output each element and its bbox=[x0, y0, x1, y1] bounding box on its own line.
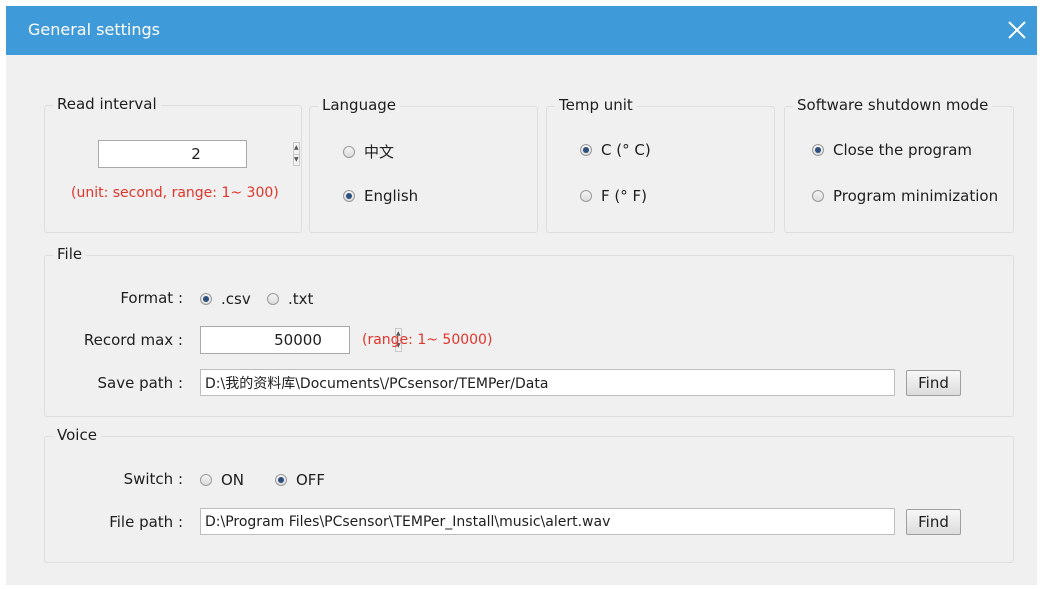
record-max-hint: (range: 1~ 50000) bbox=[362, 332, 493, 348]
file-group: File Format : .csv .txt Record max : ▲ ▼… bbox=[44, 245, 1014, 417]
language-group: Language 中文 English bbox=[309, 96, 538, 233]
file-path-find-button[interactable]: Find bbox=[906, 509, 961, 535]
switch-option-label: OFF bbox=[296, 471, 326, 489]
format-option-csv[interactable]: .csv bbox=[200, 290, 251, 308]
temp-unit-option-label: C (° C) bbox=[601, 141, 651, 159]
file-legend: File bbox=[53, 245, 87, 263]
shutdown-mode-legend: Software shutdown mode bbox=[793, 96, 993, 114]
file-path-input[interactable] bbox=[201, 509, 894, 534]
spin-up-icon[interactable]: ▲ bbox=[294, 143, 299, 154]
save-path-input[interactable] bbox=[201, 370, 894, 395]
file-path-label: File path : bbox=[109, 513, 183, 531]
temp-unit-option-c[interactable]: C (° C) bbox=[580, 141, 651, 159]
radio-unchecked-icon[interactable] bbox=[267, 293, 279, 305]
window-title: General settings bbox=[28, 20, 160, 39]
voice-legend: Voice bbox=[53, 426, 101, 444]
read-interval-stepper[interactable]: ▲ ▼ bbox=[98, 140, 300, 168]
record-max-stepper[interactable]: ▲ ▼ bbox=[200, 326, 402, 354]
format-option-txt[interactable]: .txt bbox=[267, 290, 313, 308]
format-label: Format : bbox=[120, 289, 183, 307]
save-path-label: Save path : bbox=[97, 374, 183, 392]
radio-checked-icon[interactable] bbox=[200, 293, 212, 305]
shutdown-mode-group: Software shutdown mode Close the program… bbox=[784, 96, 1014, 233]
read-interval-hint: (unit: second, range: 1~ 300) bbox=[71, 185, 279, 201]
language-option-label: English bbox=[364, 187, 419, 205]
language-option-chinese[interactable]: 中文 bbox=[343, 141, 394, 162]
temp-unit-option-label: F (° F) bbox=[601, 187, 647, 205]
radio-checked-icon[interactable] bbox=[343, 190, 355, 202]
radio-unchecked-icon[interactable] bbox=[200, 474, 212, 486]
shutdown-option-minimize[interactable]: Program minimization bbox=[812, 187, 998, 205]
record-max-label: Record max : bbox=[83, 331, 183, 349]
shutdown-option-label: Close the program bbox=[833, 141, 973, 159]
read-interval-group: Read interval ▲ ▼ (unit: second, range: … bbox=[44, 95, 302, 233]
radio-checked-icon[interactable] bbox=[275, 474, 287, 486]
shutdown-option-label: Program minimization bbox=[833, 187, 999, 205]
temp-unit-group: Temp unit C (° C) F (° F) bbox=[546, 96, 775, 233]
format-option-label: .txt bbox=[288, 290, 314, 308]
switch-label: Switch : bbox=[123, 470, 183, 488]
radio-checked-icon[interactable] bbox=[580, 144, 592, 156]
radio-unchecked-icon[interactable] bbox=[343, 145, 355, 158]
settings-window: General settings Read interval ▲ ▼ (unit… bbox=[6, 6, 1037, 585]
temp-unit-legend: Temp unit bbox=[555, 96, 637, 114]
switch-option-off[interactable]: OFF bbox=[275, 471, 325, 489]
read-interval-legend: Read interval bbox=[53, 95, 161, 113]
language-option-english[interactable]: English bbox=[343, 187, 418, 205]
file-path-field[interactable] bbox=[200, 508, 895, 535]
format-option-label: .csv bbox=[221, 290, 251, 308]
switch-option-on[interactable]: ON bbox=[200, 471, 244, 489]
shutdown-option-close[interactable]: Close the program bbox=[812, 141, 972, 159]
switch-option-label: ON bbox=[221, 471, 245, 489]
read-interval-input[interactable] bbox=[99, 142, 293, 166]
radio-unchecked-icon[interactable] bbox=[812, 190, 824, 202]
save-path-field[interactable] bbox=[200, 369, 895, 396]
radio-checked-icon[interactable] bbox=[812, 144, 824, 156]
voice-group: Voice Switch : ON OFF File path : Find bbox=[44, 426, 1014, 563]
close-icon[interactable] bbox=[1003, 16, 1031, 44]
language-legend: Language bbox=[318, 96, 401, 114]
save-path-find-button[interactable]: Find bbox=[906, 370, 961, 396]
temp-unit-option-f[interactable]: F (° F) bbox=[580, 187, 647, 205]
title-bar[interactable]: General settings bbox=[6, 6, 1037, 55]
radio-unchecked-icon[interactable] bbox=[580, 190, 592, 202]
language-option-label: 中文 bbox=[364, 143, 395, 161]
spin-down-icon[interactable]: ▼ bbox=[294, 153, 299, 166]
